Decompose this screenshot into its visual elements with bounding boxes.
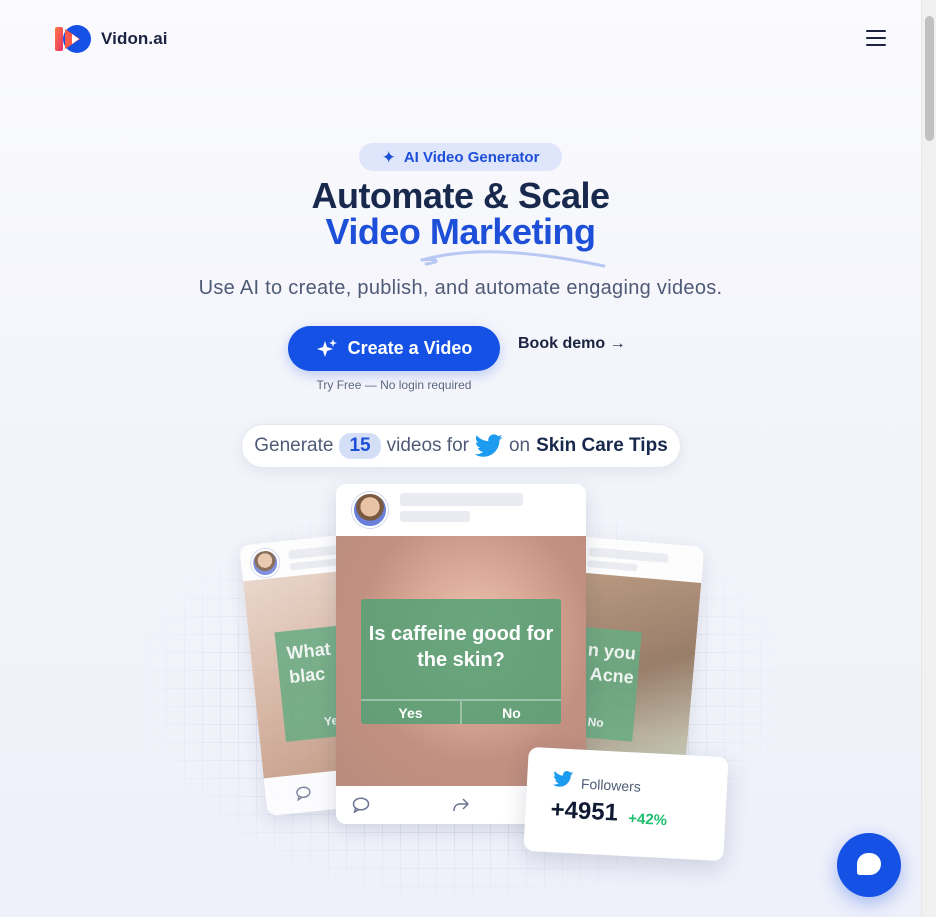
hero-badge: ✦ AI Video Generator	[359, 143, 562, 171]
page-scrollbar[interactable]	[921, 0, 936, 917]
scrollbar-thumb[interactable]	[925, 16, 934, 141]
followers-label: Followers	[580, 775, 642, 795]
try-free-note: Try Free — No login required	[316, 378, 472, 392]
hero-subtitle: Use AI to create, publish, and automate …	[198, 277, 723, 299]
book-demo-link[interactable]: Book demo →	[518, 335, 626, 353]
followers-card: Followers +4951 +42%	[523, 746, 729, 862]
answer-yes[interactable]: Yes	[361, 701, 460, 724]
answer-no[interactable]: No	[460, 701, 561, 724]
chat-bubble-icon	[857, 853, 881, 875]
question-overlay: Is caffeine good for the skin? Yes No	[361, 599, 561, 724]
hamburger-menu-icon[interactable]	[866, 30, 886, 48]
comment-icon[interactable]	[295, 785, 312, 802]
question-text: Is caffeine good for the skin?	[368, 623, 554, 671]
avatar	[249, 547, 281, 579]
topic-selector[interactable]: Skin Care Tips	[536, 435, 668, 457]
avatar	[352, 492, 388, 528]
skeleton-line	[400, 493, 523, 506]
play-logo-icon	[55, 25, 91, 53]
brand-name: Vidon.ai	[101, 29, 168, 48]
followers-count: +4951	[549, 796, 619, 827]
twitter-icon[interactable]	[474, 434, 503, 458]
sparkle-icon: ✦	[381, 147, 396, 167]
answer-option: No	[587, 714, 605, 731]
generator-prefix: Generate	[254, 435, 334, 456]
hero-badge-label: AI Video Generator	[403, 148, 540, 166]
answer-options: Yes No	[361, 699, 561, 724]
chat-launcher-button[interactable]	[837, 833, 901, 897]
card-header	[336, 484, 586, 536]
generator-on: on	[508, 435, 531, 456]
twitter-icon	[552, 771, 574, 787]
generator-pill[interactable]: Generate 15 videos for on Skin Care Tips	[241, 424, 681, 468]
skeleton-line	[587, 560, 638, 572]
brand-logo[interactable]: Vidon.ai	[55, 24, 168, 54]
comment-icon[interactable]	[352, 797, 370, 813]
create-video-label: Create a Video	[347, 338, 473, 358]
video-count[interactable]: 15	[339, 433, 381, 459]
create-video-button[interactable]: Create a Video	[288, 326, 500, 371]
underline-squiggle	[420, 250, 606, 268]
followers-delta: +42%	[627, 810, 668, 830]
skeleton-line	[400, 511, 470, 522]
sparkles-icon	[316, 338, 337, 357]
share-icon[interactable]	[452, 797, 470, 813]
generator-middle: videos for	[386, 435, 469, 456]
